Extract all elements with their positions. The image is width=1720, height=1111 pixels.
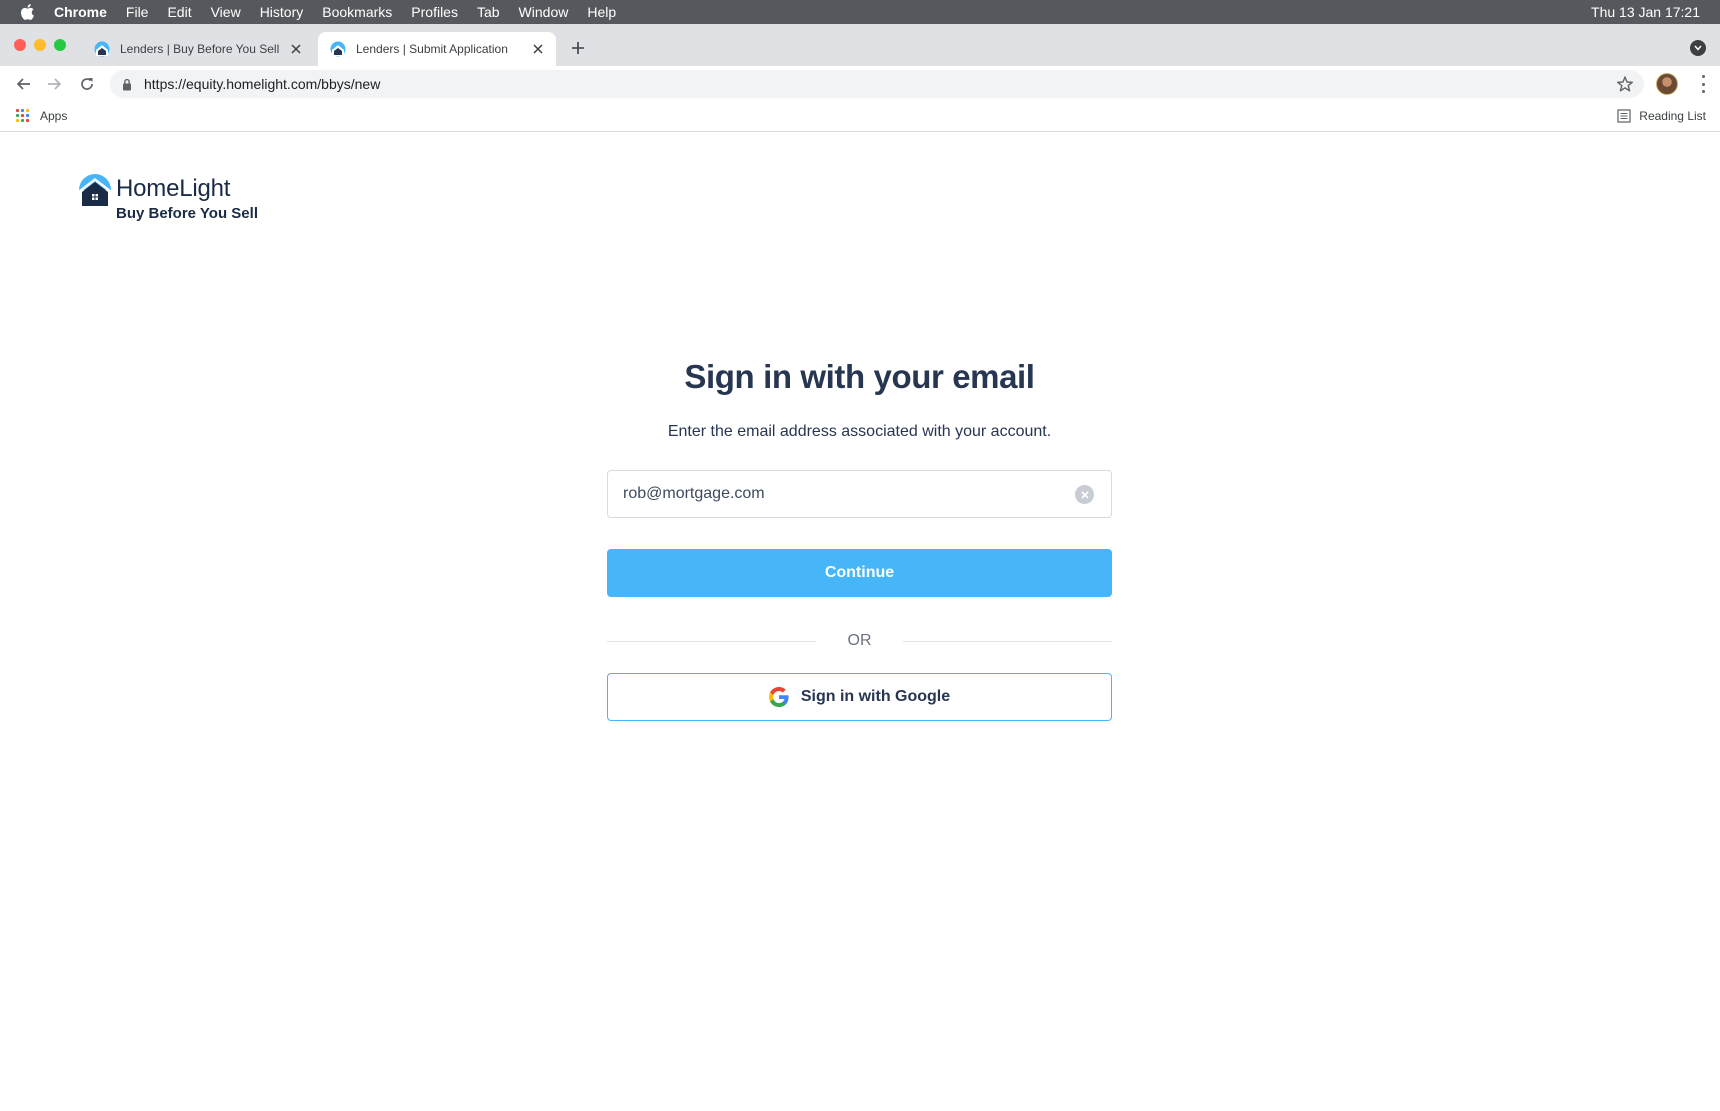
homelight-house-icon [78,173,112,207]
apps-grid-icon [16,109,30,123]
reload-icon[interactable] [77,74,97,94]
tab-search-chevron-icon[interactable] [1690,40,1706,56]
sign-in-with-google-button[interactable]: Sign in with Google [607,673,1112,721]
menu-edit[interactable]: Edit [167,4,191,20]
tab-submit-application[interactable]: Lenders | Submit Application [318,32,556,66]
tab-title: Lenders | Submit Application [356,42,508,56]
menu-file[interactable]: File [126,4,149,20]
browser-toolbar: https://equity.homelight.com/bbys/new [0,66,1720,102]
back-arrow-icon[interactable] [14,74,34,94]
menu-window[interactable]: Window [519,4,569,20]
email-field[interactable] [607,470,1112,518]
more-options-icon[interactable] [1700,75,1706,93]
logo-subtitle: Buy Before You Sell [116,205,258,222]
menu-bookmarks[interactable]: Bookmarks [322,4,392,20]
tab-close-icon[interactable] [530,41,546,57]
menu-profiles[interactable]: Profiles [411,4,458,20]
address-bar[interactable]: https://equity.homelight.com/bbys/new [110,70,1644,98]
continue-button[interactable]: Continue [607,549,1112,597]
tab-strip: Lenders | Buy Before You Sell Lenders | … [0,24,1720,66]
clear-input-icon[interactable] [1075,485,1094,504]
menu-help[interactable]: Help [587,4,616,20]
new-tab-plus-icon[interactable] [568,38,588,58]
email-input[interactable] [608,471,1068,517]
bookmarks-bar: Apps Reading List [0,102,1720,132]
divider-line [903,641,1112,642]
mac-menu-bar: Chrome File Edit View History Bookmarks … [0,0,1720,24]
tab-buy-before-you-sell[interactable]: Lenders | Buy Before You Sell [82,32,314,66]
page-title: Sign in with your email [684,358,1035,395]
google-button-label: Sign in with Google [800,688,951,705]
or-divider: OR [607,629,1112,653]
apps-shortcut[interactable]: Apps [16,109,67,123]
tab-title: Lenders | Buy Before You Sell [120,42,280,56]
apps-label: Apps [40,109,68,123]
menu-tab[interactable]: Tab [477,4,500,20]
profile-avatar[interactable] [1656,73,1678,95]
window-minimize-button[interactable] [34,39,46,51]
bookmark-star-icon[interactable] [1616,75,1634,93]
reading-list-icon [1617,109,1631,123]
google-g-icon [768,687,789,707]
homelight-favicon-icon [330,41,346,57]
logo-name: HomeLight [116,175,231,202]
sign-in-form: Sign in with your email Enter the email … [607,358,1112,721]
reading-list-label: Reading List [1639,109,1706,123]
tab-close-icon[interactable] [288,41,304,57]
window-zoom-button[interactable] [54,39,66,51]
url-text[interactable]: https://equity.homelight.com/bbys/new [144,76,380,92]
menu-bar-clock[interactable]: Thu 13 Jan 17:21 [1591,0,1700,24]
menu-app-name[interactable]: Chrome [54,4,107,20]
menu-history[interactable]: History [260,4,304,20]
lock-icon[interactable] [122,77,134,91]
menu-view[interactable]: View [211,4,241,20]
forward-arrow-icon[interactable] [44,74,64,94]
homelight-favicon-icon [94,41,110,57]
reading-list-button[interactable]: Reading List [1617,109,1706,123]
apple-icon[interactable] [20,3,36,21]
page-content: HomeLight Buy Before You Sell Sign in wi… [0,133,1720,1111]
homelight-logo[interactable]: HomeLight Buy Before You Sell [78,173,278,229]
page-subtitle: Enter the email address associated with … [667,423,1052,440]
screen: Chrome File Edit View History Bookmarks … [0,0,1720,1111]
window-close-button[interactable] [14,39,26,51]
